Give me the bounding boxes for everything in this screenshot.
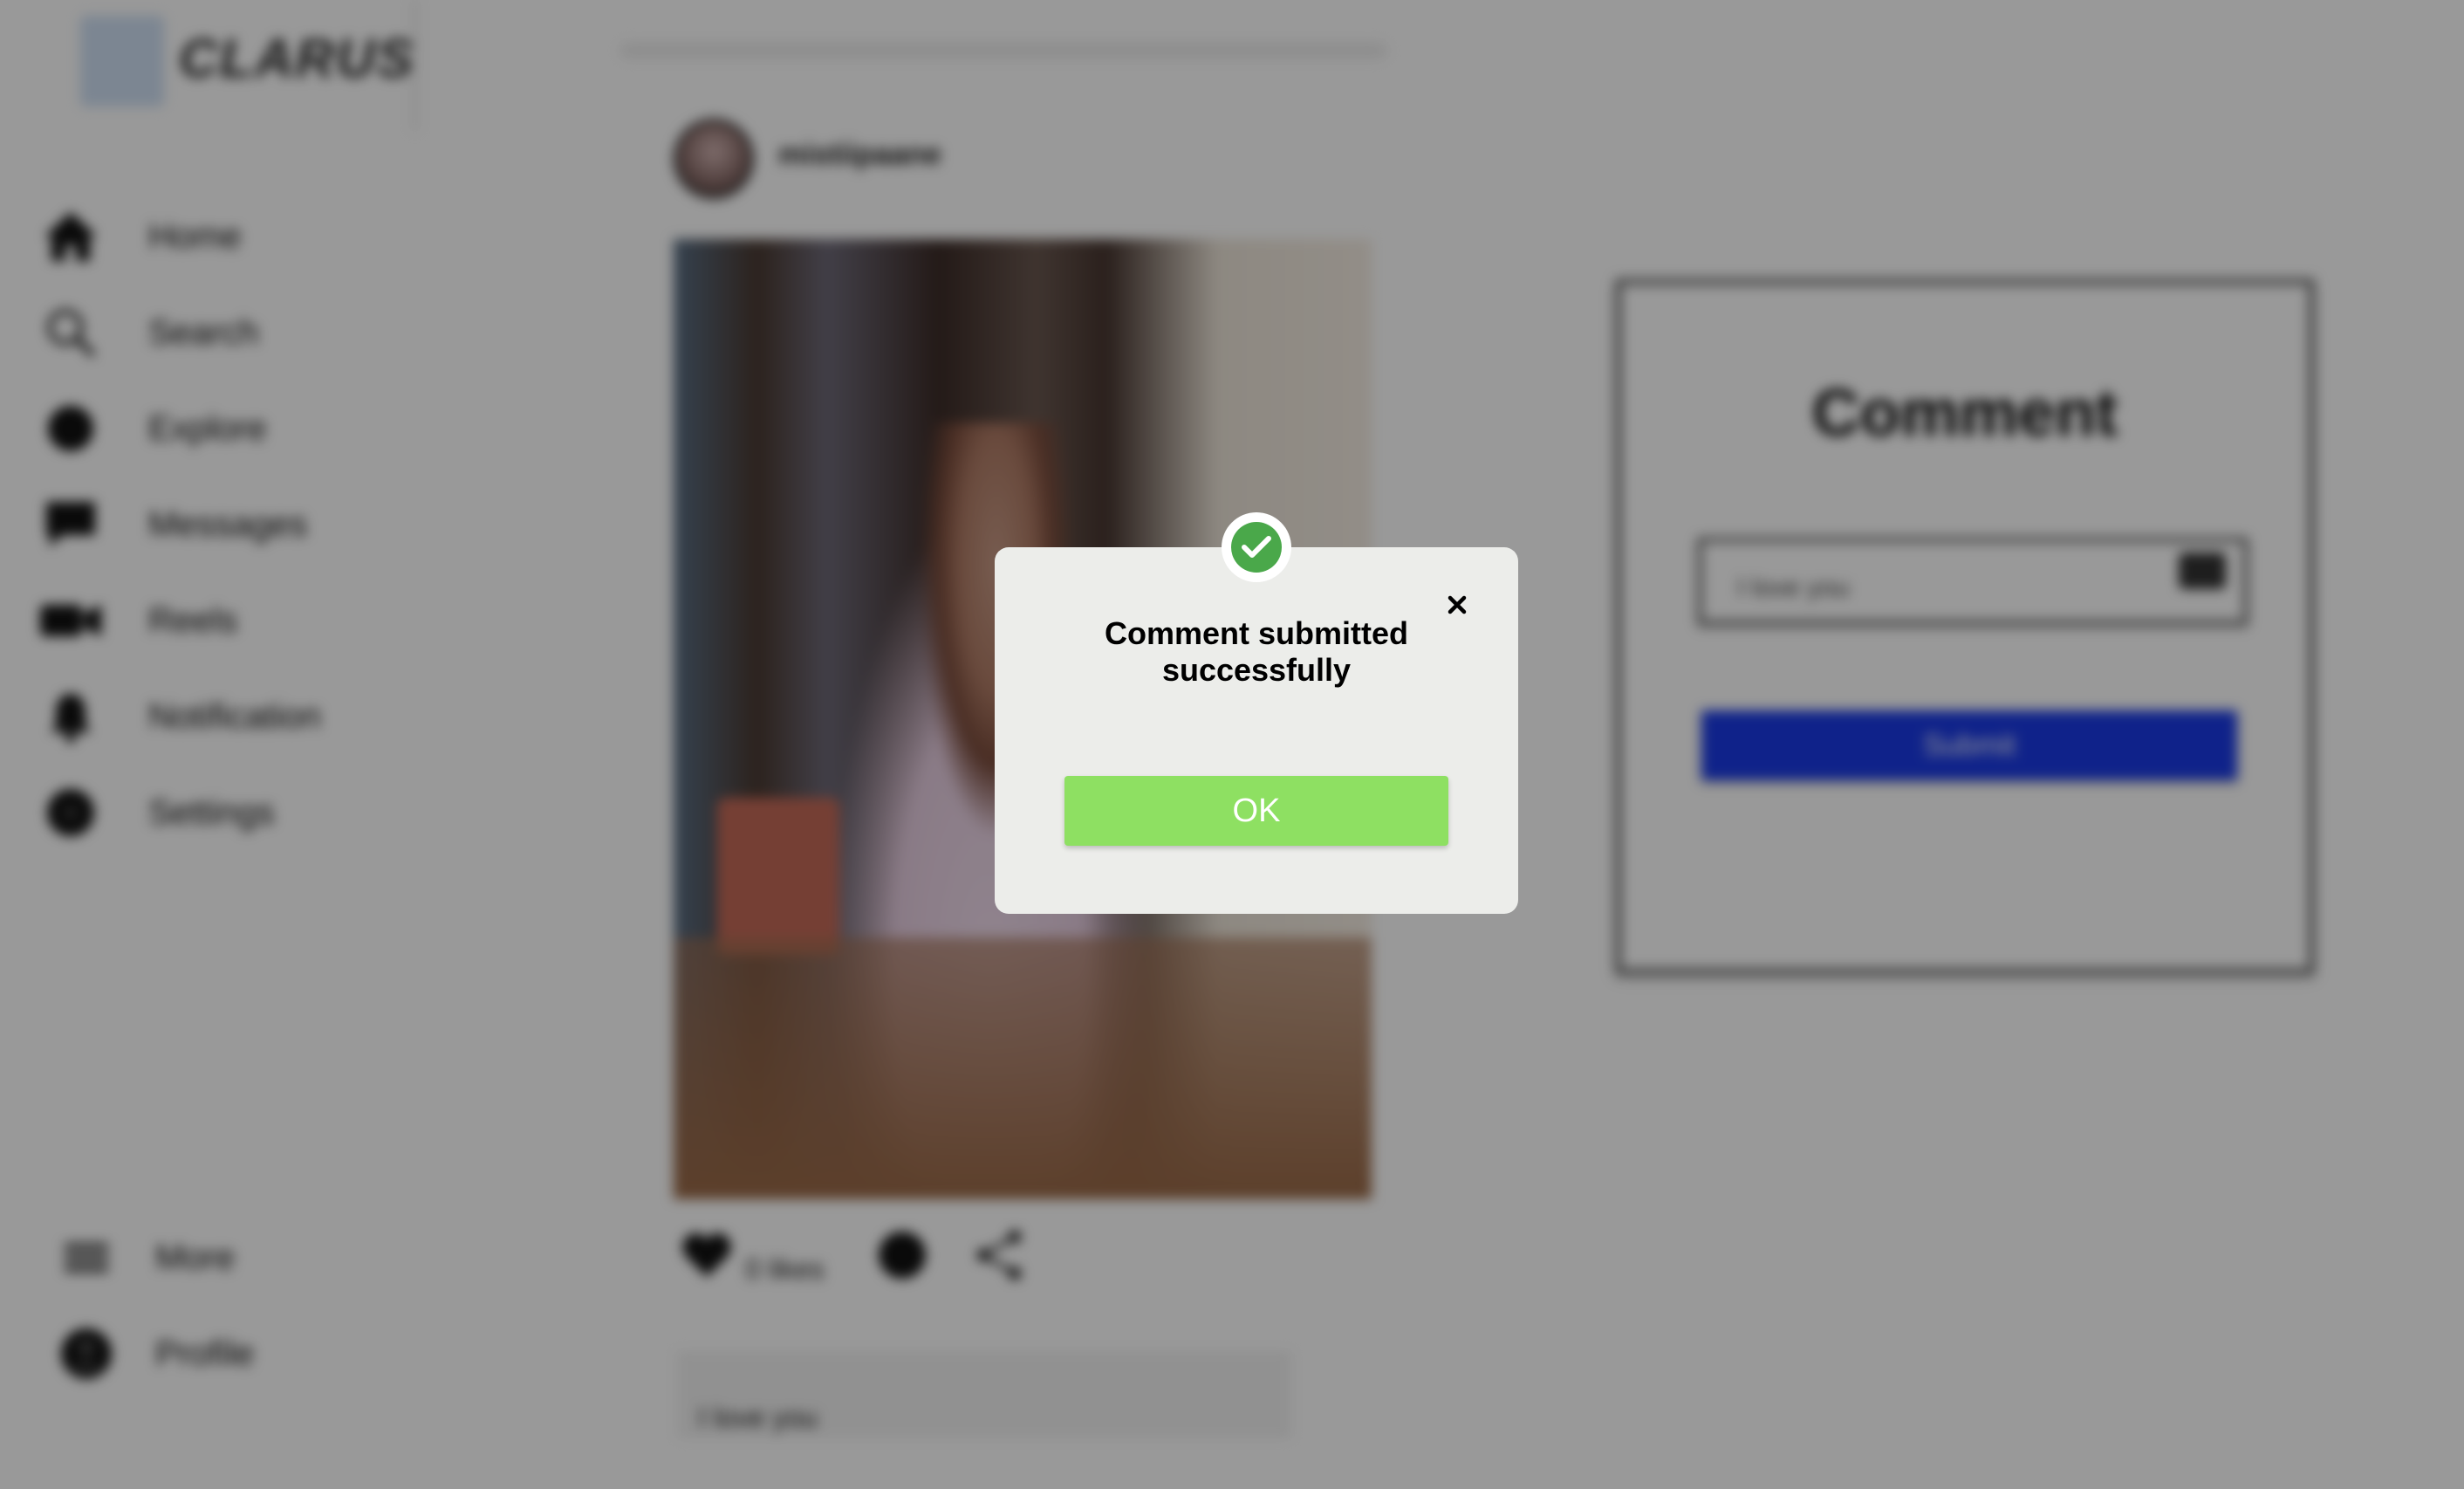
- success-dialog: Comment submitted successfully OK: [995, 512, 1518, 914]
- check-circle-icon: [1222, 512, 1291, 582]
- ok-button[interactable]: OK: [1064, 776, 1448, 846]
- dialog-message: Comment submitted successfully: [1104, 615, 1408, 688]
